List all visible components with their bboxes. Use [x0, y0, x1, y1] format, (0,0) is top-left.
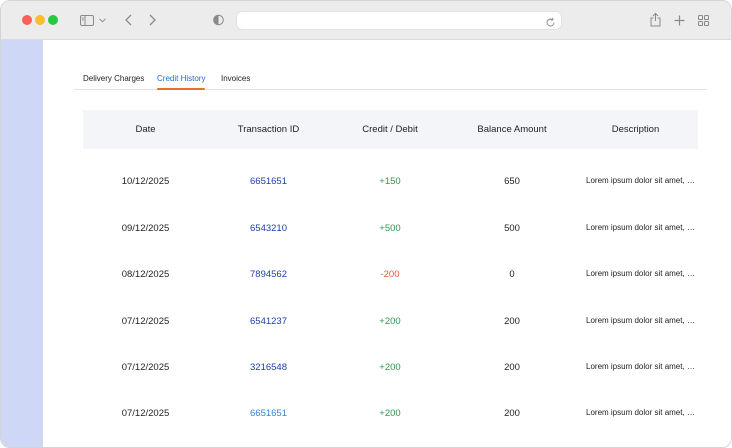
cell-description: Lorem ipsum dolor sit amet, consectetur [586, 408, 698, 417]
table-row[interactable]: 07/12/2025 6541237 +200 200 Lorem ipsum … [83, 312, 698, 332]
cell-credit-debit: +150 [379, 176, 401, 187]
close-window-button[interactable] [22, 15, 32, 25]
column-header-credit-debit[interactable]: Credit / Debit [329, 110, 451, 149]
table-row[interactable]: 08/12/2025 7894562 -200 0 Lorem ipsum do… [83, 265, 698, 285]
cell-description: Lorem ipsum dolor sit amet, consectetur [586, 269, 698, 278]
cell-transaction-id-link[interactable]: 7894562 [208, 265, 329, 285]
table-row[interactable]: 07/12/2025 6651651 +200 200 Lorem ipsum … [83, 404, 698, 424]
minimize-window-button[interactable] [35, 15, 45, 25]
cell-transaction-id-link[interactable]: 6651651 [208, 172, 329, 192]
tabs-overview-icon[interactable] [697, 13, 709, 27]
plus-icon[interactable] [673, 13, 685, 27]
cell-date: 07/12/2025 [121, 408, 170, 419]
tab-invoices[interactable]: Invoices [221, 74, 250, 89]
table-row[interactable]: 09/12/2025 6543210 +500 500 Lorem ipsum … [83, 219, 698, 239]
cell-balance-amount: 500 [504, 223, 520, 234]
cell-date: 09/12/2025 [121, 223, 170, 234]
column-header-date[interactable]: Date [83, 110, 208, 149]
browser-window: Delivery Charges Credit History Invoices… [0, 0, 732, 448]
tab-bar: Delivery Charges Credit History Invoices [74, 67, 707, 90]
reload-icon[interactable] [545, 15, 556, 27]
left-sidebar [1, 40, 43, 447]
cell-date: 10/12/2025 [121, 176, 170, 187]
address-bar[interactable] [236, 11, 562, 30]
cell-description: Lorem ipsum dolor sit amet, consectetur [586, 176, 698, 185]
cell-description: Lorem ipsum dolor sit amet, consectetur [586, 362, 698, 371]
cell-date: 08/12/2025 [121, 269, 170, 280]
cell-transaction-id-link[interactable]: 6543210 [208, 219, 329, 239]
shield-icon[interactable] [212, 13, 224, 27]
zoom-window-button[interactable] [48, 15, 58, 25]
cell-balance-amount: 200 [504, 316, 520, 327]
column-header-description[interactable]: Description [573, 110, 698, 149]
cell-credit-debit: +500 [379, 223, 401, 234]
forward-icon[interactable] [147, 13, 157, 27]
browser-toolbar [1, 1, 731, 40]
table-row[interactable]: 07/12/2025 3216548 +200 200 Lorem ipsum … [83, 358, 698, 378]
cell-description: Lorem ipsum dolor sit amet, consectetur [586, 316, 698, 325]
chevron-down-icon[interactable] [98, 13, 106, 27]
tab-delivery-charges[interactable]: Delivery Charges [83, 74, 144, 89]
tab-credit-history[interactable]: Credit History [157, 74, 206, 90]
cell-transaction-id-link[interactable]: 6651651 [208, 404, 329, 424]
cell-credit-debit: -200 [380, 269, 400, 280]
table-header: Date Transaction ID Credit / Debit Balan… [83, 110, 698, 149]
back-icon[interactable] [123, 13, 133, 27]
cell-description: Lorem ipsum dolor sit amet, consectetur [586, 223, 698, 232]
cell-transaction-id-link[interactable]: 6541237 [208, 312, 329, 332]
cell-date: 07/12/2025 [121, 316, 170, 327]
cell-transaction-id-link[interactable]: 3216548 [208, 358, 329, 378]
sidebar-icon[interactable] [80, 13, 94, 27]
cell-balance-amount: 200 [504, 362, 520, 373]
cell-balance-amount: 650 [504, 176, 520, 187]
cell-credit-debit: +200 [379, 362, 401, 373]
table-row[interactable]: 10/12/2025 6651651 +150 650 Lorem ipsum … [83, 172, 698, 192]
cell-balance-amount: 0 [509, 269, 515, 280]
main-content: Delivery Charges Credit History Invoices… [43, 40, 731, 447]
cell-date: 07/12/2025 [121, 362, 170, 373]
share-icon[interactable] [649, 11, 661, 28]
column-header-balance-amount[interactable]: Balance Amount [451, 110, 573, 149]
cell-balance-amount: 200 [504, 408, 520, 419]
column-header-transaction-id[interactable]: Transaction ID [208, 110, 329, 149]
cell-credit-debit: +200 [379, 408, 401, 419]
cell-credit-debit: +200 [379, 316, 401, 327]
